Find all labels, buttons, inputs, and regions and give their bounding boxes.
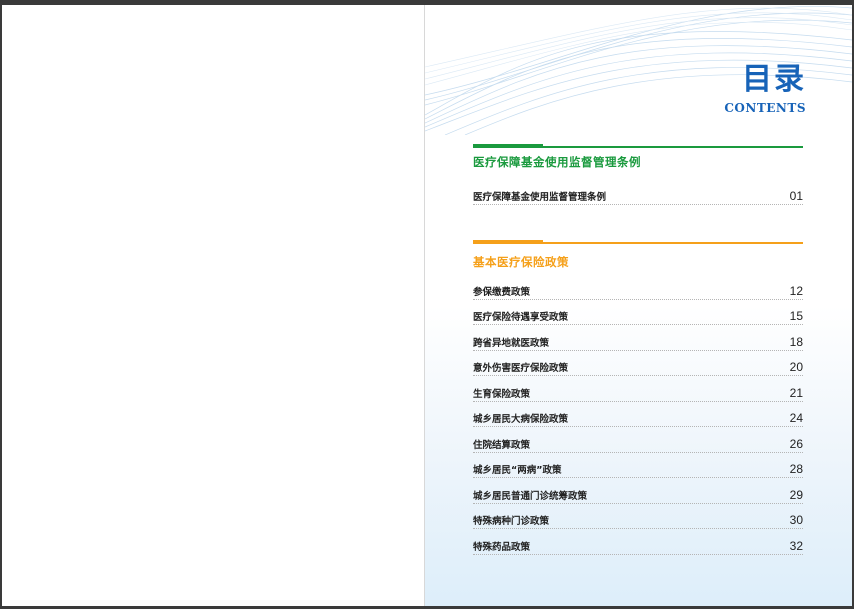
toc-item-page: 15 xyxy=(789,309,803,323)
toc-item-label: 城乡居民普通门诊统筹政策 xyxy=(473,490,588,502)
toc-item-page: 32 xyxy=(789,538,803,553)
toc-section-2: 基本医疗保险政策 参保缴费政策 12 医疗保险待遇享受政策 15 跨省异地就医政… xyxy=(473,240,803,555)
toc-row[interactable]: 特殊病种门诊政策 30 xyxy=(473,504,803,529)
toc-item-label: 意外伤害医疗保险政策 xyxy=(473,363,569,374)
contents-title-cn: 目录 xyxy=(742,62,806,97)
toc-row[interactable]: 城乡居民大病保险政策 24 xyxy=(473,402,803,427)
toc-item-label: 医疗保险待遇享受政策 xyxy=(473,312,569,323)
toc-row[interactable]: 跨省异地就医政策 18 xyxy=(473,325,803,351)
toc-item-label: 跨省异地就医政策 xyxy=(473,337,550,349)
toc-item-label: 医疗保障基金使用监督管理条例 xyxy=(473,191,607,203)
toc-item-label: 城乡居民大病保险政策 xyxy=(473,414,569,425)
toc-row[interactable]: 医疗保险待遇享受政策 15 xyxy=(473,300,803,325)
toc-item-page: 12 xyxy=(789,283,803,298)
toc-item-label: 城乡居民“两病”政策 xyxy=(473,465,562,476)
toc-item-page: 18 xyxy=(789,334,803,349)
book-spread: 目录 CONTENTS 医疗保障基金使用监督管理条例 医疗保障基金使用监督管理条… xyxy=(2,5,852,606)
right-page: 目录 CONTENTS 医疗保障基金使用监督管理条例 医疗保障基金使用监督管理条… xyxy=(425,5,852,606)
toc-row[interactable]: 城乡居民普通门诊统筹政策 29 xyxy=(473,478,803,504)
toc-item-page: 29 xyxy=(789,487,803,502)
toc-item-page: 01 xyxy=(789,188,803,203)
section-2-title: 基本医疗保险政策 xyxy=(473,255,569,269)
toc-item-page: 21 xyxy=(789,385,803,400)
section-2-bar xyxy=(473,240,803,244)
section-1-bar xyxy=(473,144,803,148)
toc-row[interactable]: 城乡居民“两病”政策 28 xyxy=(473,453,803,478)
contents-title-en: CONTENTS xyxy=(724,101,806,115)
toc-item-page: 28 xyxy=(789,462,803,476)
toc-item-label: 特殊病种门诊政策 xyxy=(473,516,550,527)
section-1-title: 医疗保障基金使用监督管理条例 xyxy=(473,155,641,169)
contents-heading: 目录 CONTENTS xyxy=(724,62,806,116)
toc-item-label: 参保缴费政策 xyxy=(473,286,531,298)
left-page xyxy=(2,5,425,606)
toc-item-page: 20 xyxy=(789,360,803,374)
toc-section-1: 医疗保障基金使用监督管理条例 医疗保障基金使用监督管理条例 01 xyxy=(473,144,803,205)
toc-row[interactable]: 特殊药品政策 32 xyxy=(473,529,803,555)
toc-row[interactable]: 意外伤害医疗保险政策 20 xyxy=(473,351,803,376)
toc-item-label: 住院结算政策 xyxy=(473,439,531,451)
toc-row[interactable]: 医疗保障基金使用监督管理条例 01 xyxy=(473,179,803,205)
toc-item-page: 30 xyxy=(789,513,803,527)
toc-item-page: 24 xyxy=(789,411,803,425)
toc-row[interactable]: 生育保险政策 21 xyxy=(473,376,803,402)
toc-item-page: 26 xyxy=(789,436,803,451)
toc-row[interactable]: 参保缴费政策 12 xyxy=(473,274,803,300)
toc-item-label: 生育保险政策 xyxy=(473,388,531,400)
toc-row[interactable]: 住院结算政策 26 xyxy=(473,427,803,453)
toc-item-label: 特殊药品政策 xyxy=(473,541,531,553)
